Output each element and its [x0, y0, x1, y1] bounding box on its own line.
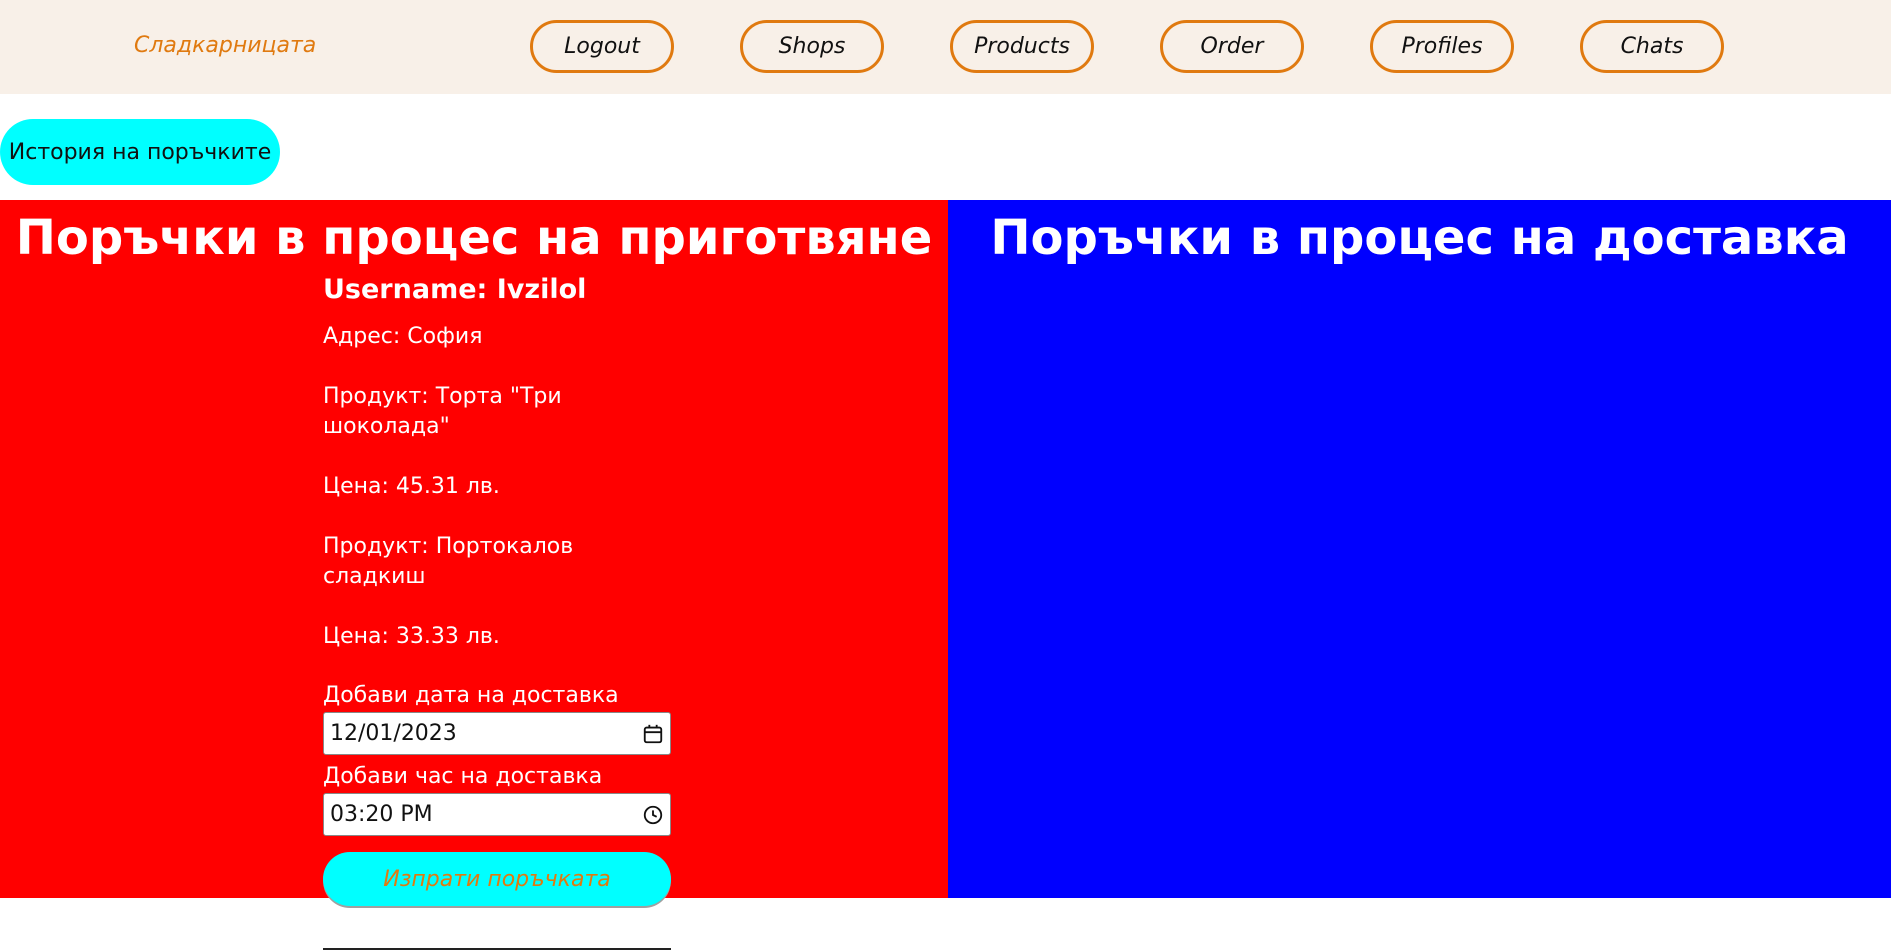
- order-item-product: Продукт: Торта "Три шоколада": [323, 384, 562, 439]
- order-item-product: Продукт: Портокалов сладкиш: [323, 534, 574, 589]
- nav-chats-button[interactable]: Chats: [1580, 20, 1724, 73]
- order-card: Username: Ivzilol Адрес: София Продукт: …: [323, 272, 671, 950]
- delivery-time-label: Добави час на доставка: [323, 764, 603, 789]
- calendar-icon[interactable]: [642, 723, 664, 745]
- delivery-time-value: 03:20 PM: [330, 802, 433, 827]
- clock-icon[interactable]: [642, 804, 664, 826]
- preparing-orders-panel: Поръчки в процес на приготвяне Username:…: [0, 200, 948, 950]
- brand-link[interactable]: Сладкарницата: [134, 33, 316, 58]
- delivering-orders-title: Поръчки в процес на доставка: [990, 210, 1849, 266]
- nav-logout-button[interactable]: Logout: [530, 20, 674, 73]
- order-history-button[interactable]: История на поръчките: [0, 119, 280, 185]
- nav-order-button[interactable]: Order: [1160, 20, 1304, 73]
- order-item-price: Цена: 33.33 лв.: [323, 624, 500, 649]
- delivery-time-input[interactable]: 03:20 PM: [323, 793, 671, 836]
- nav-products-button[interactable]: Products: [950, 20, 1094, 73]
- order-username: Username: Ivzilol: [323, 274, 587, 305]
- order-address: Адрес: София: [323, 324, 483, 349]
- delivery-date-label: Добави дата на доставка: [323, 683, 619, 708]
- delivery-date-input[interactable]: 12/01/2023: [323, 712, 671, 755]
- order-item-price: Цена: 45.31 лв.: [323, 474, 500, 499]
- preparing-orders-title: Поръчки в процес на приготвяне: [15, 210, 933, 266]
- delivery-date-value: 12/01/2023: [330, 721, 457, 746]
- nav-profiles-button[interactable]: Profiles: [1370, 20, 1514, 73]
- navbar: Сладкарницата Logout Shops Products Orde…: [0, 0, 1891, 94]
- nav-shops-button[interactable]: Shops: [740, 20, 884, 73]
- delivering-orders-panel: Поръчки в процес на доставка: [948, 200, 1891, 898]
